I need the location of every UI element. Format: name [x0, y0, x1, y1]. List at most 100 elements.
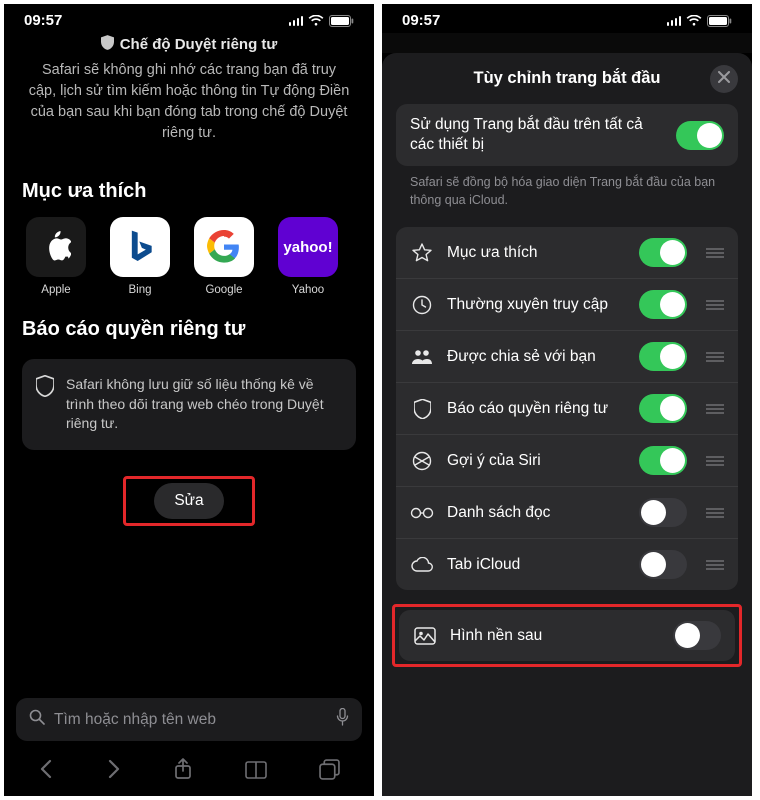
drag-handle-icon[interactable] — [706, 404, 724, 414]
status-bar: 09:57 — [4, 4, 374, 33]
drag-handle-icon[interactable] — [706, 248, 724, 258]
drag-handle-icon[interactable] — [706, 352, 724, 362]
favorite-apple[interactable]: Apple — [22, 217, 90, 296]
drag-handle-icon[interactable] — [706, 456, 724, 466]
option-label: Thường xuyên truy cập — [447, 295, 626, 315]
status-indicators — [289, 15, 355, 27]
star-icon — [410, 243, 434, 263]
cloud-icon — [410, 557, 434, 572]
status-bar: 09:57 — [382, 4, 752, 33]
status-indicators — [667, 15, 733, 27]
yahoo-logo-icon: yahoo! — [278, 217, 338, 277]
option-row-shield: Báo cáo quyền riêng tư — [396, 382, 738, 434]
sheet-body[interactable]: Sử dụng Trang bắt đầu trên tất cả các th… — [382, 104, 752, 786]
option-toggle[interactable] — [639, 342, 687, 371]
private-mode-desc: Safari sẽ không ghi nhớ các trang bạn đã… — [28, 60, 350, 144]
bg-image-toggle[interactable] — [673, 621, 721, 650]
status-time: 09:57 — [402, 12, 440, 29]
shield-icon — [36, 375, 54, 402]
sync-toggle[interactable] — [676, 121, 724, 150]
privacy-report-card[interactable]: Safari không lưu giữ số liệu thống kê về… — [22, 359, 356, 450]
sheet-header: Tùy chỉnh trang bắt đầu — [382, 69, 752, 104]
sheet-title: Tùy chỉnh trang bắt đầu — [473, 69, 660, 88]
highlight-edit-button: Sửa — [123, 476, 254, 526]
close-button[interactable] — [710, 65, 738, 93]
option-row-siri: Gợi ý của Siri — [396, 434, 738, 486]
close-icon — [718, 70, 730, 88]
microphone-icon[interactable] — [336, 708, 349, 731]
option-row-glasses: Danh sách đọc — [396, 486, 738, 538]
address-bar[interactable]: Tìm hoặc nhập tên web — [16, 698, 362, 741]
option-label: Gợi ý của Siri — [447, 451, 626, 471]
apple-logo-icon — [26, 217, 86, 277]
privacy-report-heading: Báo cáo quyền riêng tư — [22, 318, 356, 341]
background-image-row: Hình nền sau — [399, 610, 735, 661]
customize-sheet: Tùy chỉnh trang bắt đầu Sử dụng Trang bắ… — [382, 53, 752, 796]
option-row-people: Được chia sẻ với bạn — [396, 330, 738, 382]
right-phone-customize-sheet: 09:57 Tùy chỉnh trang bắt đầu Sử dụng Tr… — [382, 4, 752, 796]
favorites-row: Apple Bing Google yahoo! Yahoo — [22, 217, 356, 296]
status-time: 09:57 — [24, 12, 62, 29]
drag-handle-icon[interactable] — [706, 560, 724, 570]
share-icon[interactable] — [174, 758, 192, 780]
favorite-label: Apple — [41, 284, 70, 296]
private-mode-banner: Chế độ Duyệt riêng tư Safari sẽ không gh… — [22, 33, 356, 158]
siri-icon — [410, 451, 434, 471]
image-icon — [413, 627, 437, 645]
toolbar — [4, 747, 374, 796]
bing-logo-icon — [110, 217, 170, 277]
forward-icon[interactable] — [106, 759, 122, 779]
glasses-icon — [410, 507, 434, 519]
start-page-content: Chế độ Duyệt riêng tư Safari sẽ không gh… — [4, 33, 374, 698]
dimmed-background[interactable] — [382, 33, 752, 53]
option-row-cloud: Tab iCloud — [396, 538, 738, 590]
cellular-icon — [667, 16, 682, 26]
sync-label: Sử dụng Trang bắt đầu trên tất cả các th… — [410, 115, 663, 155]
option-toggle[interactable] — [639, 394, 687, 423]
favorites-heading: Mục ưa thích — [22, 180, 356, 203]
option-toggle[interactable] — [639, 498, 687, 527]
shield-icon — [101, 35, 114, 54]
highlight-bg-image-row: Hình nền sau — [392, 604, 742, 667]
option-toggle[interactable] — [639, 238, 687, 267]
option-row-clock: Thường xuyên truy cập — [396, 278, 738, 330]
favorite-label: Yahoo — [292, 284, 324, 296]
left-phone-safari: 09:57 Chế độ Duyệt riêng tư Safari sẽ kh… — [4, 4, 374, 796]
tabs-icon[interactable] — [319, 759, 340, 780]
people-icon — [410, 349, 434, 365]
option-toggle[interactable] — [639, 290, 687, 319]
option-label: Được chia sẻ với bạn — [447, 347, 626, 367]
private-mode-title: Chế độ Duyệt riêng tư — [120, 36, 278, 53]
cellular-icon — [289, 16, 304, 26]
search-placeholder: Tìm hoặc nhập tên web — [54, 711, 327, 729]
option-toggle[interactable] — [639, 446, 687, 475]
option-label: Mục ưa thích — [447, 243, 626, 263]
clock-icon — [410, 295, 434, 315]
battery-icon — [329, 15, 354, 27]
sync-note: Safari sẽ đồng bộ hóa giao diện Trang bắ… — [382, 166, 752, 227]
bookmarks-icon[interactable] — [245, 759, 267, 779]
drag-handle-icon[interactable] — [706, 508, 724, 518]
bg-image-label: Hình nền sau — [450, 626, 660, 646]
sheet-container: Tùy chỉnh trang bắt đầu Sử dụng Trang bắ… — [382, 33, 752, 796]
option-row-star: Mục ưa thích — [396, 227, 738, 278]
drag-handle-icon[interactable] — [706, 300, 724, 310]
option-label: Báo cáo quyền riêng tư — [447, 399, 626, 419]
search-icon — [29, 709, 45, 730]
edit-button[interactable]: Sửa — [154, 483, 223, 519]
option-label: Tab iCloud — [447, 555, 626, 575]
sync-group: Sử dụng Trang bắt đầu trên tất cả các th… — [396, 104, 738, 166]
battery-icon — [707, 15, 732, 27]
google-logo-icon — [194, 217, 254, 277]
wifi-icon — [308, 15, 324, 27]
privacy-report-text: Safari không lưu giữ số liệu thống kê về… — [66, 375, 342, 434]
favorite-bing[interactable]: Bing — [106, 217, 174, 296]
favorite-label: Bing — [128, 284, 151, 296]
favorite-yahoo[interactable]: yahoo! Yahoo — [274, 217, 342, 296]
sync-row: Sử dụng Trang bắt đầu trên tất cả các th… — [396, 104, 738, 166]
shield-icon — [410, 399, 434, 419]
back-icon[interactable] — [38, 759, 54, 779]
option-toggle[interactable] — [639, 550, 687, 579]
favorite-label: Google — [205, 284, 242, 296]
favorite-google[interactable]: Google — [190, 217, 258, 296]
